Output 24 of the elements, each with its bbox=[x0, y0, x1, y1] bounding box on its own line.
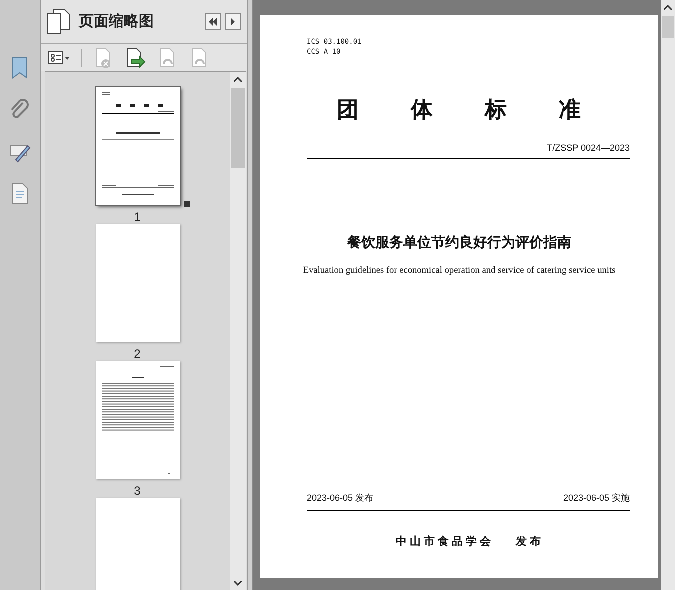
page-thumbnail[interactable] bbox=[96, 498, 180, 590]
page-thumbnail[interactable] bbox=[96, 361, 180, 479]
issue-date: 2023-06-05 发布 bbox=[307, 492, 374, 505]
expand-button[interactable] bbox=[225, 13, 241, 30]
document-title: 餐饮服务单位节约良好行为评价指南 bbox=[348, 234, 572, 252]
collapse-button[interactable] bbox=[205, 13, 221, 30]
page-number: 3 bbox=[134, 484, 141, 498]
publish-label: 发 布 bbox=[516, 535, 542, 549]
page-thumbnail[interactable] bbox=[96, 87, 180, 205]
page-thumbnail[interactable] bbox=[96, 224, 180, 342]
right-arrow-icon bbox=[230, 18, 236, 26]
pages-icon[interactable] bbox=[47, 8, 71, 34]
document-heading: 团体标准 bbox=[337, 97, 633, 125]
page-number: 1 bbox=[134, 210, 141, 224]
publisher-name: 中山市食品学会 bbox=[396, 534, 494, 549]
scrollbar-thumb[interactable] bbox=[662, 16, 674, 38]
double-left-arrow-icon bbox=[208, 18, 218, 26]
effective-date: 2023-06-05 实施 bbox=[563, 492, 630, 505]
scrollbar-thumb[interactable] bbox=[231, 88, 245, 168]
page-number: 2 bbox=[134, 347, 141, 361]
panel-title: 页面缩略图 bbox=[79, 12, 155, 31]
standard-number: T/ZSSP 0024—2023 bbox=[547, 143, 630, 153]
selection-marker bbox=[184, 201, 190, 207]
english-title: Evaluation guidelines for economical operation and service of catering service units bbox=[303, 266, 616, 276]
